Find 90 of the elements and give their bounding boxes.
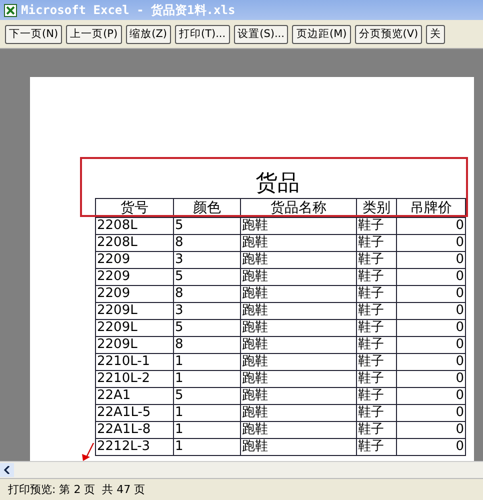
table-cell: 0 [396, 438, 466, 456]
table-cell: 22A1 [96, 388, 174, 404]
table-cell: 2209 [96, 252, 174, 268]
table-cell: 0 [396, 320, 466, 336]
table-cell: 鞋子 [356, 302, 396, 320]
table-cell: 1 [174, 354, 240, 370]
sheet-title: 货品 [254, 170, 300, 198]
column-header: 类别 [356, 198, 396, 218]
table-cell: 0 [396, 286, 466, 302]
table-cell: 鞋子 [356, 252, 396, 268]
column-header: 货品名称 [240, 198, 356, 218]
horizontal-scrollbar[interactable] [0, 461, 483, 478]
toolbar-button[interactable]: 上一页(P) [66, 24, 122, 44]
spreadsheet-icon [4, 4, 17, 16]
table-cell: 0 [396, 252, 466, 268]
table-cell: 0 [396, 422, 466, 438]
table-cell: 跑鞋 [240, 252, 356, 268]
scroll-left-button[interactable] [0, 463, 14, 477]
table-cell: 2210L-2 [96, 370, 174, 388]
table-cell: 0 [396, 302, 466, 320]
table-cell: 0 [396, 268, 466, 286]
table-cell: 跑鞋 [240, 234, 356, 252]
column-header: 货号 [96, 198, 174, 218]
table-cell: 鞋子 [356, 286, 396, 302]
table-cell: 鞋子 [356, 404, 396, 422]
table-cell: 8 [174, 234, 240, 252]
table-cell: 跑鞋 [240, 438, 356, 456]
table-cell: 跑鞋 [240, 286, 356, 302]
toolbar-button[interactable]: 设置(S)... [234, 24, 288, 44]
table-cell: 5 [174, 268, 240, 286]
window-title: Microsoft Excel - 货品资1料.xls [21, 2, 236, 18]
table-cell: 鞋子 [356, 218, 396, 234]
table-cell: 2210L-1 [96, 354, 174, 370]
table-cell: 鞋子 [356, 268, 396, 286]
table-cell: 2208L [96, 218, 174, 234]
table-cell: 跑鞋 [240, 268, 356, 286]
table-cell: 1 [174, 370, 240, 388]
toolbar-button[interactable]: 关 [426, 24, 446, 44]
toolbar-button[interactable]: 打印(T)... [174, 24, 230, 44]
column-header: 颜色 [174, 198, 240, 218]
table-cell: 跑鞋 [240, 354, 356, 370]
table-cell: 跑鞋 [240, 218, 356, 234]
toolbar-button[interactable]: 页边距(M) [292, 24, 351, 44]
table-cell: 2209L [96, 320, 174, 336]
table-cell: 鞋子 [356, 438, 396, 456]
table-cell: 2212L-3 [96, 438, 174, 456]
table-cell: 鞋子 [356, 320, 396, 336]
table-cell: 1 [174, 422, 240, 438]
table-cell: 0 [396, 404, 466, 422]
table-cell: 0 [396, 354, 466, 370]
table-cell: 鞋子 [356, 422, 396, 438]
table-cell: 0 [396, 336, 466, 354]
table-cell: 1 [174, 438, 240, 456]
table-cell: 8 [174, 286, 240, 302]
table-cell: 0 [396, 370, 466, 388]
column-header: 吊牌价 [396, 198, 466, 218]
table-cell: 鞋子 [356, 336, 396, 354]
table-cell: 2209L [96, 302, 174, 320]
table-cell: 跑鞋 [240, 336, 356, 354]
table-cell: 8 [174, 336, 240, 354]
table-cell: 跑鞋 [240, 370, 356, 388]
toolbar-button[interactable]: 下一页(N) [5, 24, 62, 44]
table-cell: 0 [396, 234, 466, 252]
table-cell: 跑鞋 [240, 320, 356, 336]
table-cell: 2209L [96, 336, 174, 354]
table-cell: 5 [174, 320, 240, 336]
toolbar-button[interactable]: 分页预览(V) [354, 24, 422, 44]
table-cell: 2209 [96, 286, 174, 302]
table-cell: 2208L [96, 234, 174, 252]
table-cell: 22A1L-5 [96, 404, 174, 422]
table-cell: 鞋子 [356, 388, 396, 404]
table-cell: 22A1L-8 [96, 422, 174, 438]
status-text: 打印预览: 第 2 页 共 47 页 [8, 482, 146, 497]
table-cell: 跑鞋 [240, 422, 356, 438]
toolbar-button[interactable]: 缩放(Z) [126, 24, 171, 44]
table-cell: 0 [396, 388, 466, 404]
table-cell: 5 [174, 388, 240, 404]
table-cell: 鞋子 [356, 234, 396, 252]
table-cell: 5 [174, 218, 240, 234]
table-cell: 0 [396, 218, 466, 234]
table-cell: 鞋子 [356, 354, 396, 370]
table-cell: 1 [174, 404, 240, 422]
table-cell: 3 [174, 252, 240, 268]
table-cell: 跑鞋 [240, 388, 356, 404]
table-cell: 3 [174, 302, 240, 320]
table-cell: 2209 [96, 268, 174, 286]
annotation-arrow [82, 443, 94, 461]
table-cell: 鞋子 [356, 370, 396, 388]
table-cell: 跑鞋 [240, 404, 356, 422]
table-cell: 跑鞋 [240, 302, 356, 320]
